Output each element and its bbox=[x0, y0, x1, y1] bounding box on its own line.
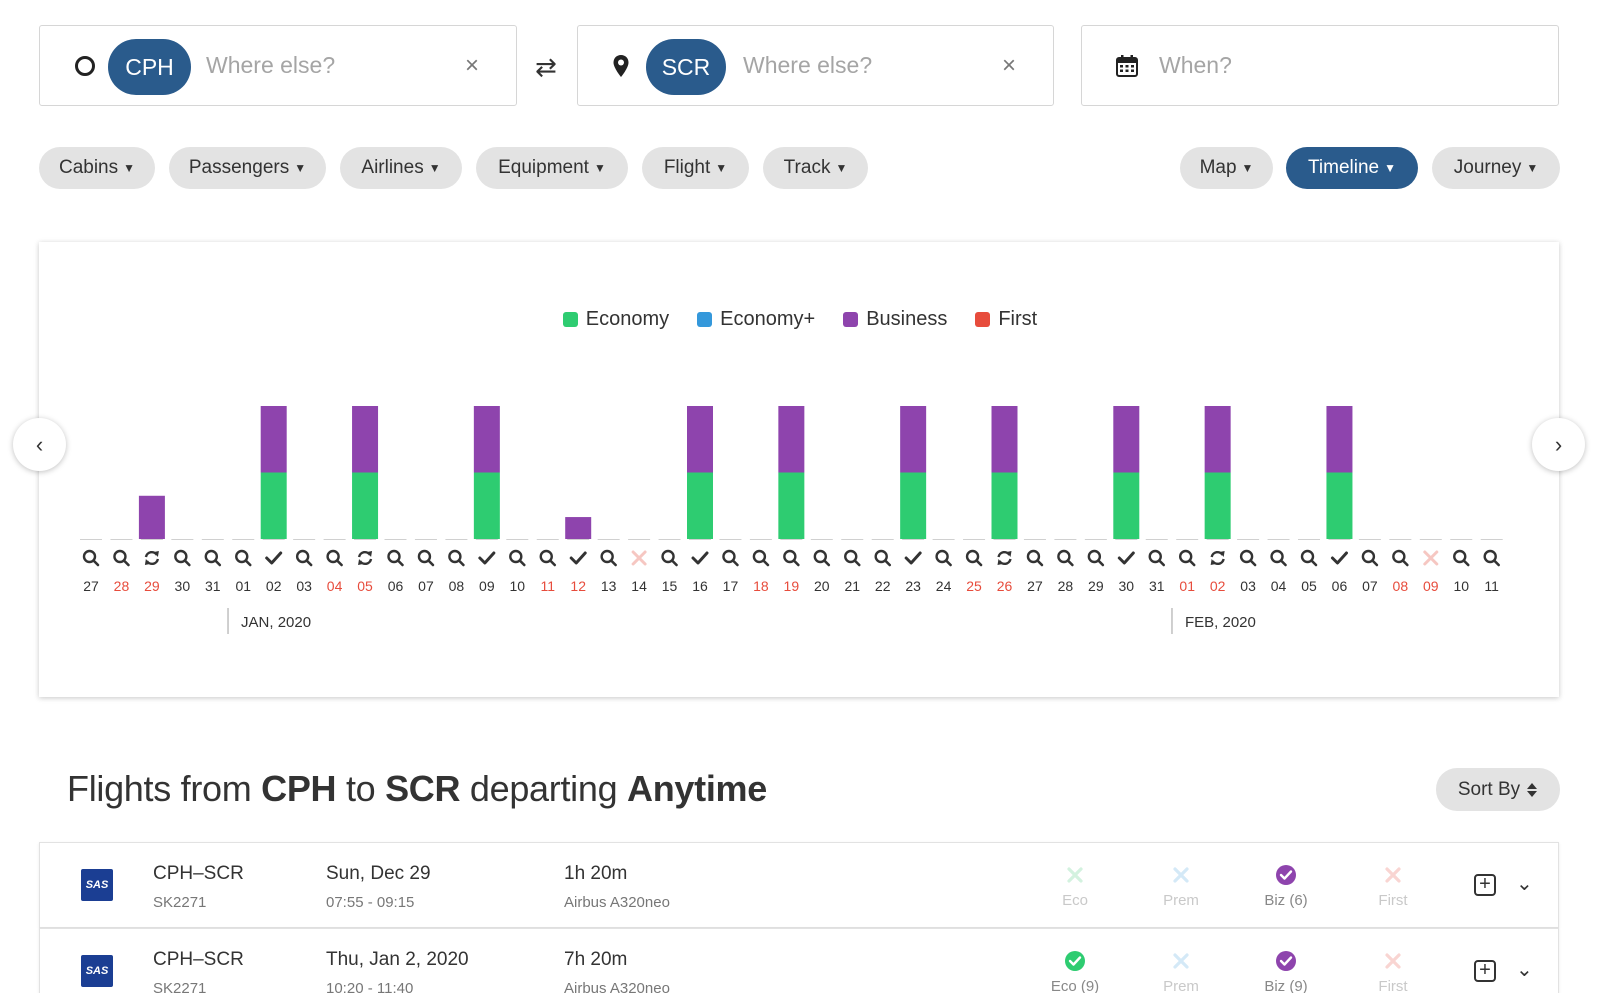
flight-aircraft: Airbus A320neo bbox=[564, 894, 670, 911]
unavailable-x-icon bbox=[1173, 953, 1189, 969]
flight-number: SK2271 bbox=[153, 980, 207, 993]
origin-clear-icon[interactable]: × bbox=[465, 53, 479, 79]
location-pin-icon bbox=[608, 53, 634, 79]
legend-economy-plus[interactable]: Economy+ bbox=[697, 308, 815, 331]
flight-route: CPH–SCR bbox=[153, 863, 244, 884]
flight-route: CPH–SCR bbox=[153, 949, 244, 970]
caret-down-icon: ▼ bbox=[593, 161, 606, 175]
unavailable-x-icon bbox=[1067, 867, 1083, 883]
calendar-icon bbox=[1114, 53, 1140, 79]
date-input[interactable]: When? bbox=[1159, 52, 1232, 79]
flight-aircraft: Airbus A320neo bbox=[564, 980, 670, 993]
flight-duration: 7h 20m bbox=[564, 949, 628, 970]
view-journey[interactable]: Journey ▼ bbox=[1432, 147, 1560, 189]
destination-airport-chip[interactable]: SCR bbox=[646, 39, 726, 95]
cabin-availability: Eco (9) bbox=[1035, 949, 1115, 993]
cabin-availability: Eco bbox=[1035, 863, 1115, 909]
flight-date: Thu, Jan 2, 2020 bbox=[326, 949, 469, 970]
caret-down-icon: ▼ bbox=[123, 161, 136, 175]
airline-logo: SAS bbox=[81, 955, 113, 987]
flight-duration: 1h 20m bbox=[564, 863, 628, 884]
legend-economy[interactable]: Economy bbox=[562, 308, 669, 331]
caret-down-icon: ▼ bbox=[1384, 161, 1396, 175]
cabin-availability: Biz (6) bbox=[1246, 863, 1326, 909]
flight-time: 10:20 - 11:40 bbox=[326, 980, 414, 993]
filter-passengers[interactable]: Passengers ▼ bbox=[169, 147, 326, 189]
flight-row[interactable]: SAS CPH–SCR SK2271 Sun, Dec 29 07:55 - 0… bbox=[39, 842, 1559, 928]
available-check-icon bbox=[1065, 951, 1085, 971]
cabin-availability: First bbox=[1353, 863, 1433, 909]
chart-legend: Economy Economy+ Business First bbox=[0, 308, 1600, 331]
caret-down-icon: ▼ bbox=[1526, 161, 1539, 175]
add-plus-icon[interactable]: + bbox=[1474, 874, 1496, 896]
cabin-availability: First bbox=[1353, 949, 1433, 993]
caret-down-icon: ▼ bbox=[1241, 161, 1254, 175]
chevron-left-icon[interactable]: ‹ bbox=[13, 418, 66, 471]
sort-icon bbox=[1527, 782, 1538, 797]
filter-airlines[interactable]: Airlines ▼ bbox=[340, 147, 462, 189]
legend-first[interactable]: First bbox=[975, 308, 1037, 331]
flight-number: SK2271 bbox=[153, 894, 207, 911]
legend-swatch bbox=[697, 312, 713, 327]
cabin-availability: Prem bbox=[1141, 863, 1221, 909]
unavailable-x-icon bbox=[1173, 867, 1189, 883]
legend-swatch bbox=[562, 312, 578, 327]
unavailable-x-icon bbox=[1385, 953, 1401, 969]
filter-equipment[interactable]: Equipment ▼ bbox=[476, 147, 628, 189]
legend-business[interactable]: Business bbox=[843, 308, 947, 331]
view-map[interactable]: Map ▼ bbox=[1180, 147, 1273, 189]
sort-by-button[interactable]: Sort By bbox=[1436, 768, 1560, 811]
filter-track[interactable]: Track ▼ bbox=[763, 147, 868, 189]
available-check-icon bbox=[1276, 951, 1296, 971]
view-timeline[interactable]: Timeline ▼ bbox=[1286, 147, 1418, 189]
cabin-availability: Biz (9) bbox=[1246, 949, 1326, 993]
flight-date: Sun, Dec 29 bbox=[326, 863, 431, 884]
results-title: Flights from CPH to SCR departing Anytim… bbox=[67, 768, 767, 809]
swap-icon[interactable]: ⇄ bbox=[535, 52, 557, 83]
available-check-icon bbox=[1276, 865, 1296, 885]
date-field[interactable]: When? bbox=[1081, 25, 1559, 106]
circle-icon bbox=[72, 53, 98, 79]
origin-field[interactable]: CPH Where else? × bbox=[39, 25, 517, 106]
destination-field[interactable]: SCR Where else? × bbox=[577, 25, 1054, 106]
origin-airport-chip[interactable]: CPH bbox=[108, 39, 191, 95]
caret-down-icon: ▼ bbox=[294, 161, 307, 175]
legend-swatch bbox=[975, 312, 991, 327]
filter-cabins[interactable]: Cabins ▼ bbox=[39, 147, 155, 189]
flight-row[interactable]: SAS CPH–SCR SK2271 Thu, Jan 2, 2020 10:2… bbox=[39, 928, 1559, 993]
flight-time: 07:55 - 09:15 bbox=[326, 894, 415, 911]
unavailable-x-icon bbox=[1385, 867, 1401, 883]
add-plus-icon[interactable]: + bbox=[1474, 960, 1496, 982]
legend-swatch bbox=[843, 312, 859, 327]
caret-down-icon: ▼ bbox=[428, 161, 441, 175]
origin-input[interactable]: Where else? bbox=[206, 52, 335, 79]
destination-clear-icon[interactable]: × bbox=[1002, 53, 1016, 79]
airline-logo: SAS bbox=[81, 869, 113, 901]
destination-input[interactable]: Where else? bbox=[743, 52, 872, 79]
caret-down-icon: ▼ bbox=[715, 161, 728, 175]
caret-down-icon: ▼ bbox=[835, 161, 848, 175]
chevron-right-icon[interactable]: › bbox=[1532, 418, 1585, 471]
chevron-down-icon[interactable]: ⌄ bbox=[1516, 871, 1533, 896]
chevron-down-icon[interactable]: ⌄ bbox=[1516, 957, 1533, 982]
filter-flight[interactable]: Flight ▼ bbox=[642, 147, 749, 189]
cabin-availability: Prem bbox=[1141, 949, 1221, 993]
